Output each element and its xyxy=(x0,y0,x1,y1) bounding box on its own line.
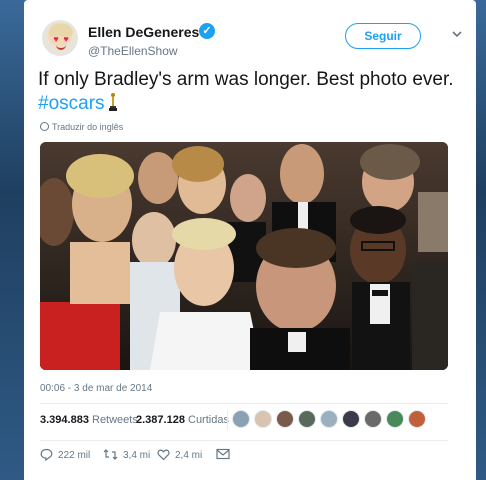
tweet-body: If only Bradley's arm was longer. Best p… xyxy=(38,69,454,90)
likes-label: Curtidas xyxy=(188,414,229,426)
oscar-trophy-icon xyxy=(108,92,117,112)
envelope-icon xyxy=(216,448,230,460)
liker-avatar[interactable] xyxy=(276,410,294,428)
reply-icon xyxy=(40,448,53,462)
direct-message-button[interactable] xyxy=(216,448,235,464)
divider xyxy=(40,403,448,404)
liker-avatar[interactable] xyxy=(254,410,272,428)
liker-avatar[interactable] xyxy=(364,410,382,428)
divider xyxy=(40,440,448,441)
retweets-label: Retweets xyxy=(92,414,138,426)
tweet-text: If only Bradley's arm was longer. Best p… xyxy=(38,68,458,116)
like-count: 2,4 mi xyxy=(175,450,203,461)
avatar[interactable]: ♥ ♥ xyxy=(42,20,78,56)
heart-icon xyxy=(157,449,170,461)
likes-stat[interactable]: 2.387.128 Curtidas xyxy=(136,414,229,426)
translate-link[interactable]: Traduzir do inglês xyxy=(40,122,123,132)
chevron-down-icon[interactable] xyxy=(450,27,464,41)
liker-avatar[interactable] xyxy=(320,410,338,428)
retweets-count: 3.394.883 xyxy=(40,414,89,426)
heart-eye-icon: ♥ xyxy=(63,34,69,44)
liker-avatar[interactable] xyxy=(342,410,360,428)
tweet-timestamp[interactable]: 00:06 - 3 de mar de 2014 xyxy=(40,383,152,394)
author-name[interactable]: Ellen DeGeneres xyxy=(88,24,199,40)
heart-eye-icon: ♥ xyxy=(53,34,59,44)
avatar-mouth xyxy=(56,45,66,50)
verified-badge-icon: ✓ xyxy=(199,23,215,39)
hashtag-link[interactable]: #oscars xyxy=(38,93,105,114)
likes-count: 2.387.128 xyxy=(136,414,185,426)
liker-avatar[interactable] xyxy=(408,410,426,428)
liker-avatar[interactable] xyxy=(386,410,404,428)
tweet-header: ♥ ♥ Ellen DeGeneres ✓ @TheEllenShow Segu… xyxy=(42,18,462,62)
reply-count: 222 mil xyxy=(58,450,91,461)
liker-avatar[interactable] xyxy=(298,410,316,428)
translate-label: Traduzir do inglês xyxy=(52,122,124,132)
tweet-photo[interactable] xyxy=(40,142,448,370)
like-button[interactable]: 2,4 mi xyxy=(157,448,202,464)
retweet-button[interactable]: 3,4 mi xyxy=(103,448,150,464)
divider xyxy=(227,410,228,430)
author-handle[interactable]: @TheEllenShow xyxy=(88,44,178,58)
tweet-card: ♥ ♥ Ellen DeGeneres ✓ @TheEllenShow Segu… xyxy=(24,0,476,480)
group-selfie-photo xyxy=(40,142,448,370)
retweet-count: 3,4 mi xyxy=(123,450,151,461)
globe-icon xyxy=(40,122,49,131)
follow-button[interactable]: Seguir xyxy=(345,23,421,49)
reply-button[interactable]: 222 mil xyxy=(40,448,90,464)
retweets-stat[interactable]: 3.394.883 Retweets xyxy=(40,414,138,426)
liker-avatar[interactable] xyxy=(232,410,250,428)
retweet-icon xyxy=(103,449,118,460)
